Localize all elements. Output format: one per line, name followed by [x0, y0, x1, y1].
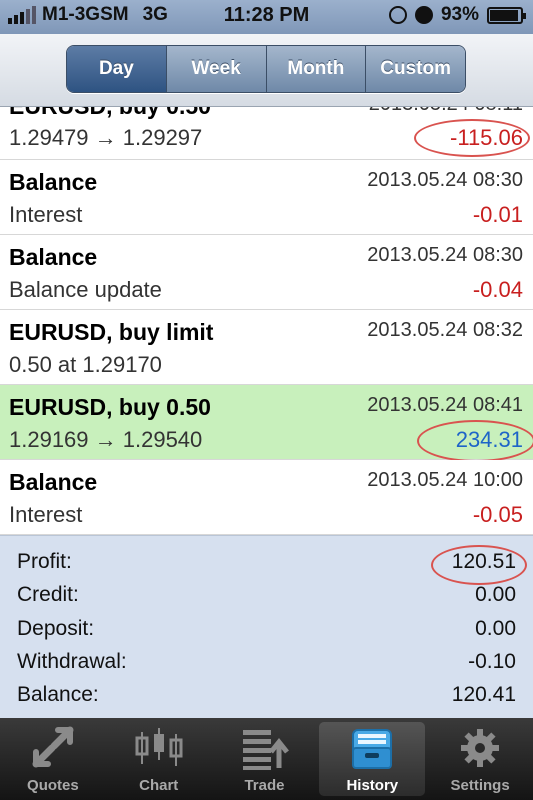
history-row[interactable]: Balance 2013.05.24 10:00 Interest -0.05: [0, 460, 533, 535]
deal-date: 2013.05.24 08:32: [367, 319, 523, 341]
deal-title: EURUSD, buy 0.50: [9, 394, 211, 420]
deal-date: 2013.05.24 08:30: [367, 169, 523, 191]
deal-date: 2013.05.24 10:00: [367, 469, 523, 491]
period-month-button[interactable]: Month: [266, 46, 367, 92]
deal-date: 2013.05.24 08:11: [369, 107, 523, 116]
alarm-clock-icon: [414, 6, 433, 24]
status-bar: M1-3GSM 3G 11:28 PM 93%: [0, 0, 533, 34]
account-summary: Profit: 120.51 Credit: 0.00 Deposit: 0.0…: [0, 535, 533, 719]
deal-title: EURUSD, buy limit: [9, 319, 214, 345]
tab-label: History: [346, 777, 399, 794]
deal-detail: Balance update: [9, 277, 162, 302]
profit-value: 120.51: [451, 550, 516, 573]
withdrawal-label: Withdrawal:: [17, 650, 127, 673]
tab-label: Settings: [450, 777, 510, 794]
history-row-highlighted[interactable]: EURUSD, buy 0.50 2013.05.24 08:41 1.2916…: [0, 385, 533, 462]
history-row[interactable]: Balance 2013.05.24 08:30 Balance update …: [0, 235, 533, 310]
tab-label: Quotes: [27, 777, 79, 794]
deal-date: 2013.05.24 08:41: [367, 394, 523, 416]
battery-icon: [487, 6, 526, 24]
credit-label: Credit:: [17, 583, 79, 606]
period-header: Day Week Month Custom: [0, 34, 533, 107]
deal-detail: Interest: [9, 502, 83, 527]
history-row[interactable]: Balance 2013.05.24 08:30 Interest -0.01: [0, 160, 533, 235]
tab-label: Chart: [139, 777, 179, 794]
summary-credit: Credit: 0.00: [0, 579, 533, 612]
tab-settings[interactable]: Settings: [427, 718, 533, 800]
deal-title: Balance: [9, 244, 98, 270]
deal-amount: -0.04: [472, 277, 523, 302]
deal-detail: Interest: [9, 202, 83, 227]
balance-value: 120.41: [451, 683, 516, 706]
history-row[interactable]: EURUSD, buy 0.50 2013.05.24 08:11 1.2947…: [0, 107, 533, 160]
history-list[interactable]: EURUSD, buy 0.50 2013.05.24 08:11 1.2947…: [0, 107, 533, 535]
deal-amount: 234.31: [455, 427, 523, 452]
deposit-value: 0.00: [475, 617, 516, 640]
deal-title: EURUSD, buy 0.50: [9, 107, 211, 120]
deal-amount: -0.01: [472, 202, 523, 227]
deal-detail: 0.50 at 1.29170: [9, 352, 162, 377]
summary-deposit: Deposit: 0.00: [0, 613, 533, 646]
period-day-button[interactable]: Day: [67, 46, 167, 92]
tab-trade[interactable]: Trade: [212, 718, 318, 800]
tab-history[interactable]: History: [319, 722, 426, 796]
gear-icon: [461, 729, 500, 767]
deal-detail: 1.29479 → 1.29297: [9, 125, 203, 150]
summary-withdrawal: Withdrawal: -0.10: [0, 646, 533, 679]
period-week-button[interactable]: Week: [166, 46, 267, 92]
deal-date: 2013.05.24 08:30: [367, 244, 523, 266]
candlestick-chart-icon: [135, 728, 183, 766]
status-right: 93%: [388, 4, 526, 26]
tab-bar: Quotes Chart Trade History Settings: [0, 718, 533, 800]
tab-label: Trade: [244, 777, 285, 794]
profit-label: Profit:: [17, 550, 72, 573]
tab-chart[interactable]: Chart: [106, 718, 212, 800]
withdrawal-value: -0.10: [468, 650, 516, 673]
deposit-label: Deposit:: [17, 617, 95, 640]
rotation-lock-icon: [388, 6, 407, 24]
period-segmented-control: Day Week Month Custom: [66, 45, 466, 93]
period-custom-button[interactable]: Custom: [366, 46, 465, 92]
history-row[interactable]: EURUSD, buy limit 2013.05.24 08:32 0.50 …: [0, 310, 533, 385]
summary-balance: Balance: 120.41: [0, 679, 533, 712]
summary-profit: Profit: 120.51: [0, 545, 533, 585]
deal-detail: 1.29169 → 1.29540: [9, 427, 203, 452]
deal-amount: -115.06: [450, 125, 523, 150]
deal-amount: -0.05: [472, 502, 523, 527]
tab-quotes[interactable]: Quotes: [0, 718, 106, 800]
deal-title: Balance: [9, 469, 98, 495]
battery-percent: 93%: [440, 4, 479, 25]
trade-list-icon: [243, 730, 290, 770]
balance-label: Balance:: [17, 683, 99, 706]
deal-title: Balance: [9, 169, 98, 195]
quotes-arrows-icon: [32, 726, 74, 768]
history-drawer-icon: [352, 729, 393, 769]
credit-value: 0.00: [475, 583, 516, 606]
